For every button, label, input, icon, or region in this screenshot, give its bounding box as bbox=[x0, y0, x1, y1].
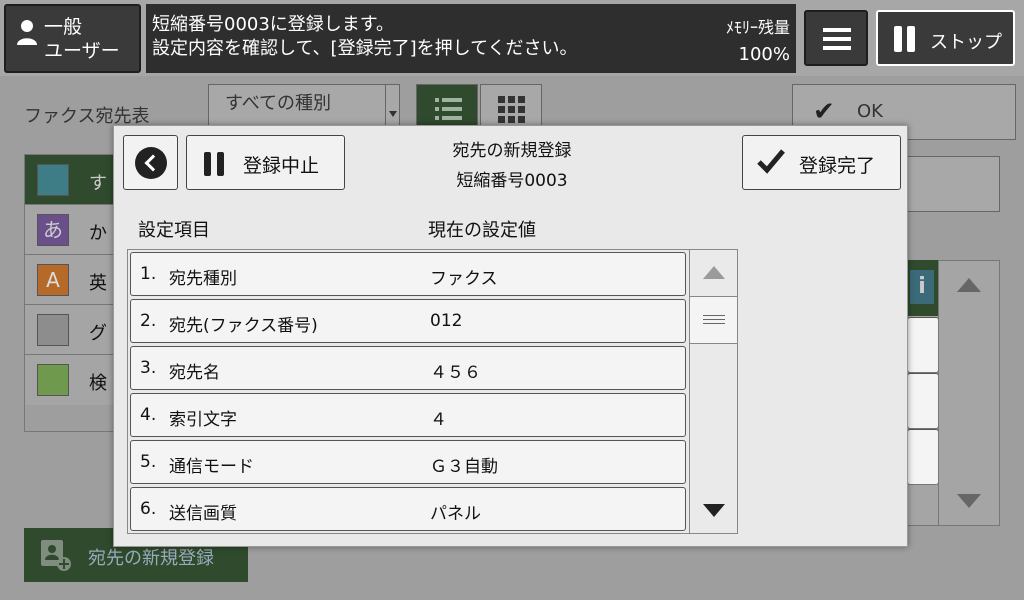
row-number: 4. bbox=[140, 405, 157, 425]
settings-row-destination-name[interactable]: 3. 宛先名 ４５６ bbox=[130, 346, 686, 390]
user-label-line2: ユーザー bbox=[44, 40, 120, 62]
row-value: パネル bbox=[430, 504, 481, 524]
scroll-up-icon[interactable] bbox=[703, 266, 725, 279]
alpha-icon: A bbox=[37, 264, 69, 296]
row-number: 5. bbox=[140, 452, 157, 472]
row-value: Ｇ３自動 bbox=[430, 457, 498, 477]
stop-label: ストップ bbox=[930, 32, 1002, 53]
user-button[interactable]: 一般 ユーザー bbox=[4, 4, 141, 73]
check-icon: ✔ bbox=[813, 97, 835, 127]
pause-icon bbox=[204, 152, 226, 176]
top-bar: 一般 ユーザー 短縮番号0003に登録します。 設定内容を確認して、[登録完了]… bbox=[0, 0, 1024, 76]
message-area: 短縮番号0003に登録します。 設定内容を確認して、[登録完了]を押してください… bbox=[146, 4, 796, 73]
category-label: 検 bbox=[89, 373, 107, 394]
settings-list: 1. 宛先種別 ファクス 2. 宛先(ファクス番号) 012 3. 宛先名 ４５… bbox=[127, 249, 690, 534]
row-number: 6. bbox=[140, 499, 157, 519]
category-label: す bbox=[89, 173, 107, 194]
kana-icon: あ bbox=[37, 214, 69, 246]
row-label: 通信モード bbox=[169, 457, 254, 477]
menu-button[interactable] bbox=[804, 10, 868, 66]
new-address-dialog: 登録中止 宛先の新規登録 短縮番号0003 登録完了 設定項目 現在の設定値 1… bbox=[113, 125, 908, 547]
settings-row-transmit-quality[interactable]: 6. 送信画質 パネル bbox=[130, 487, 686, 531]
cancel-registration-button[interactable]: 登録中止 bbox=[186, 135, 345, 190]
row-number: 3. bbox=[140, 358, 157, 378]
settings-row-destination-type[interactable]: 1. 宛先種別 ファクス bbox=[130, 252, 686, 296]
search-icon bbox=[37, 364, 69, 396]
scroll-up-icon bbox=[957, 278, 981, 292]
pause-icon bbox=[894, 26, 916, 52]
row-value: 012 bbox=[430, 311, 463, 331]
ok-label: OK bbox=[857, 101, 883, 122]
new-address-icon bbox=[41, 540, 71, 571]
list-item bbox=[907, 429, 939, 485]
info-icon: i bbox=[910, 270, 934, 304]
new-entry-label: 宛先の新規登録 bbox=[88, 548, 214, 569]
back-button[interactable] bbox=[123, 135, 178, 190]
category-label: 英 bbox=[89, 273, 107, 294]
row-value: ４５６ bbox=[430, 363, 481, 383]
cancel-label: 登録中止 bbox=[243, 155, 320, 177]
row-label: 宛先(ファクス番号) bbox=[169, 316, 318, 336]
type-select-value: すべての種別 bbox=[225, 93, 332, 114]
category-label: グ bbox=[89, 323, 107, 344]
row-value: ファクス bbox=[430, 269, 498, 289]
done-label: 登録完了 bbox=[799, 155, 876, 177]
stop-button[interactable]: ストップ bbox=[876, 10, 1015, 66]
row-number: 1. bbox=[140, 264, 157, 284]
check-icon bbox=[757, 149, 785, 174]
settings-scrollbar[interactable] bbox=[689, 249, 738, 534]
address-list-scrollbar bbox=[938, 260, 1000, 526]
dialog-title: 宛先の新規登録 bbox=[452, 141, 572, 161]
settings-row-fax-number[interactable]: 2. 宛先(ファクス番号) 012 bbox=[130, 299, 686, 343]
row-value: ４ bbox=[430, 410, 447, 430]
column-header-item: 設定項目 bbox=[138, 220, 210, 241]
message-line1: 短縮番号0003に登録します。 bbox=[152, 14, 395, 35]
scroll-thumb[interactable] bbox=[689, 296, 738, 344]
memory-value: 100% bbox=[738, 44, 790, 65]
group-icon bbox=[37, 314, 69, 346]
user-label-line1: 一般 bbox=[44, 16, 83, 38]
settings-row-comm-mode[interactable]: 5. 通信モード Ｇ３自動 bbox=[130, 440, 686, 484]
user-icon bbox=[17, 20, 37, 45]
list-item bbox=[907, 373, 939, 429]
row-label: 索引文字 bbox=[169, 410, 237, 430]
complete-registration-button[interactable]: 登録完了 bbox=[742, 135, 901, 190]
memory-label: ﾒﾓﾘｰ残量 bbox=[725, 18, 790, 37]
category-label: か bbox=[89, 223, 107, 244]
info-button: i bbox=[906, 260, 938, 316]
scroll-down-icon bbox=[957, 494, 981, 508]
scroll-down-icon[interactable] bbox=[703, 504, 725, 517]
message-line2: 設定内容を確認して、[登録完了]を押してください。 bbox=[152, 38, 578, 59]
row-label: 宛先種別 bbox=[169, 269, 237, 289]
row-label: 宛先名 bbox=[169, 363, 220, 383]
chevron-left-icon bbox=[135, 147, 167, 179]
row-label: 送信画質 bbox=[169, 504, 237, 524]
column-header-value: 現在の設定値 bbox=[428, 220, 536, 241]
settings-row-index-character[interactable]: 4. 索引文字 ４ bbox=[130, 393, 686, 437]
list-item bbox=[907, 317, 939, 373]
all-icon bbox=[37, 164, 69, 196]
side-button bbox=[906, 156, 1000, 212]
dialog-subtitle: 短縮番号0003 bbox=[456, 171, 568, 191]
row-number: 2. bbox=[140, 311, 157, 331]
